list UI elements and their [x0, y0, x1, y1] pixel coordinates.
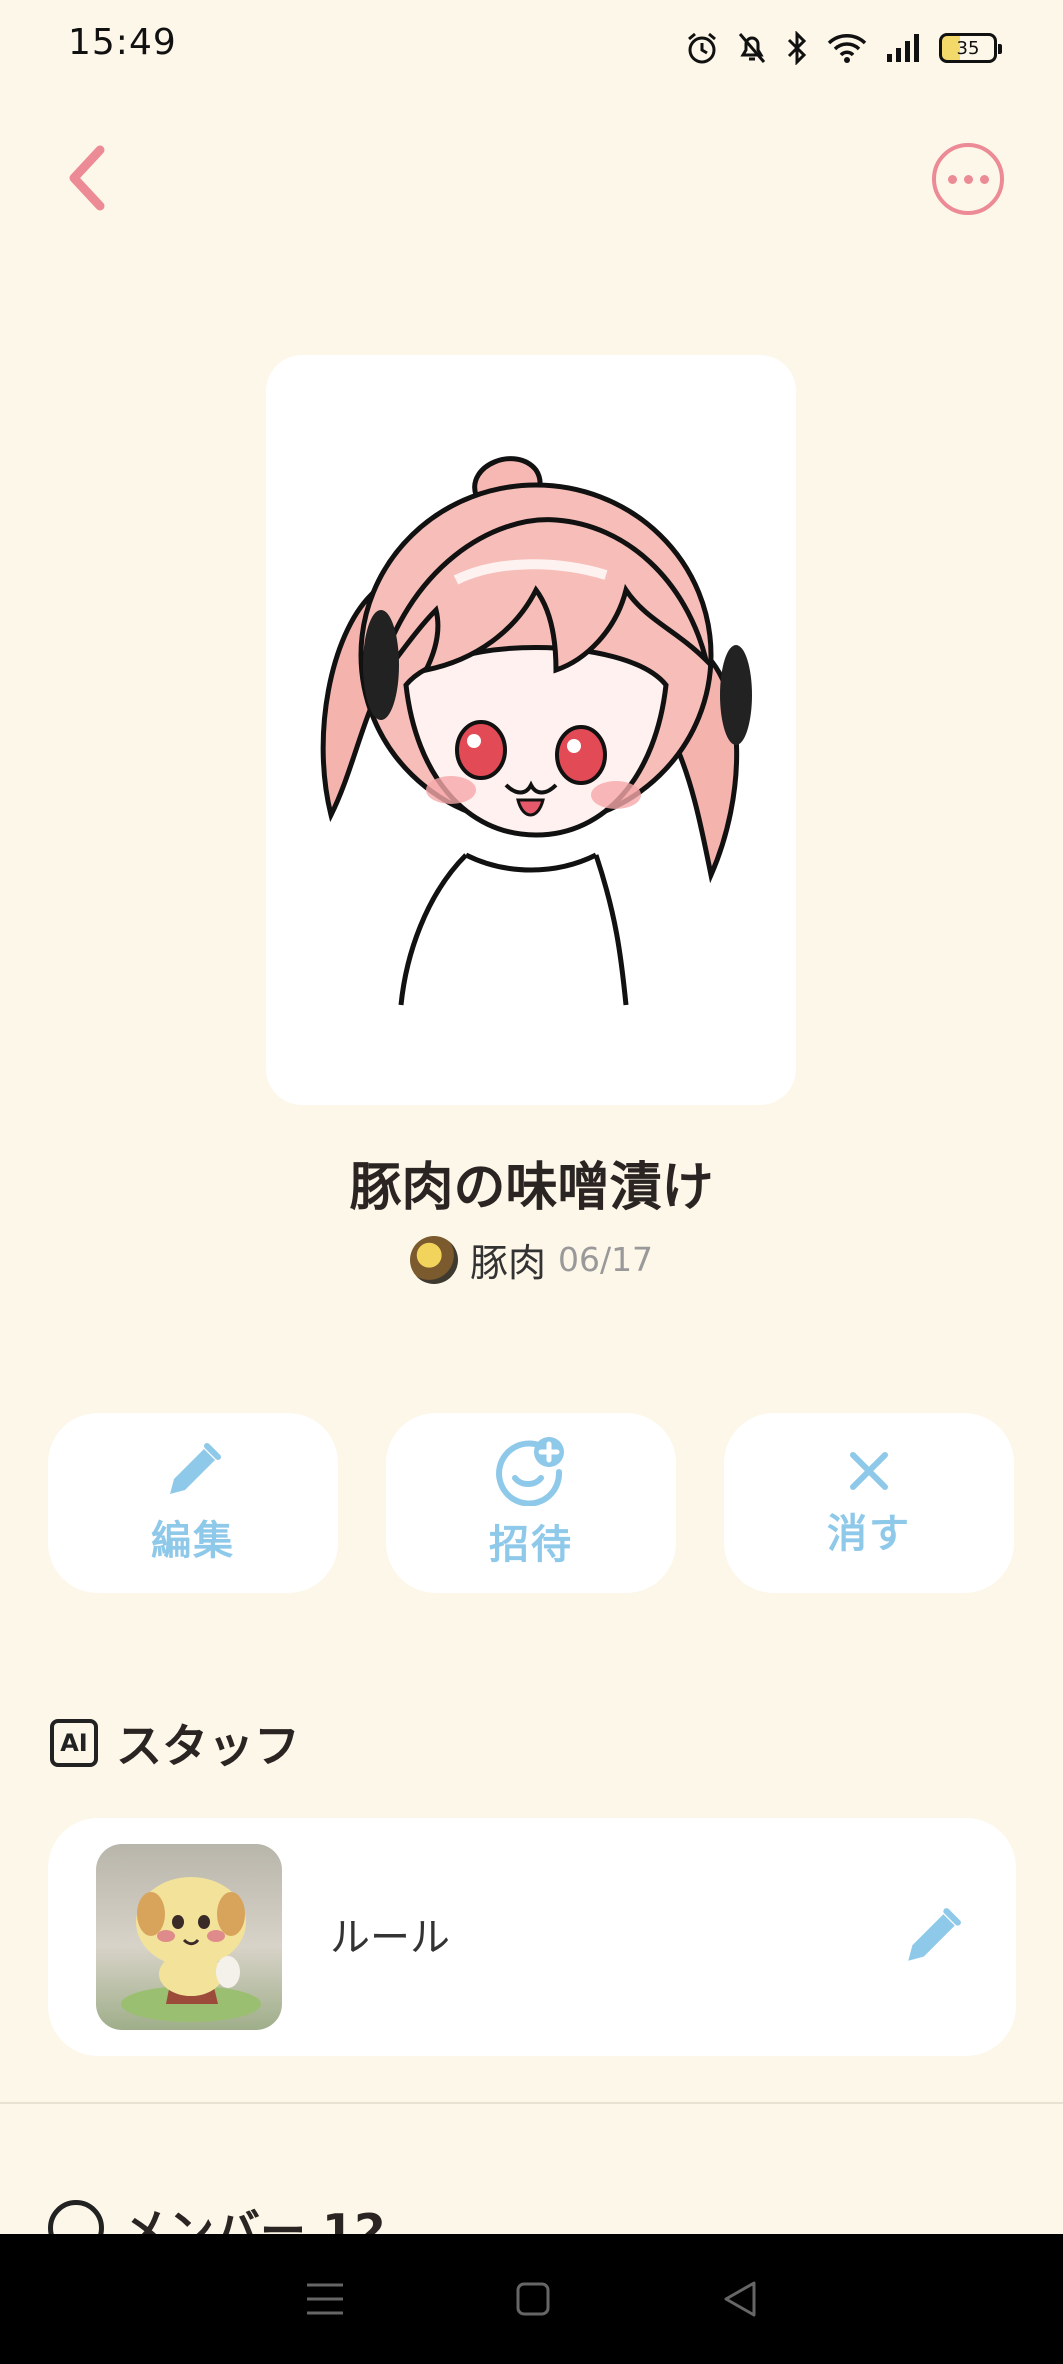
more-dot	[963, 174, 973, 184]
status-icons: 35	[685, 26, 1002, 70]
owner-avatar[interactable]	[409, 1235, 458, 1284]
owner-name[interactable]: 豚肉	[470, 1232, 546, 1287]
staff-name: ルール	[330, 1915, 450, 1961]
staff-section-title: スタッフ	[116, 1719, 300, 1773]
back-button[interactable]	[60, 140, 120, 216]
home-icon[interactable]	[515, 2281, 551, 2317]
delete-button[interactable]: 消す	[724, 1413, 1014, 1593]
more-dot	[947, 174, 957, 184]
chevron-left-icon	[69, 145, 105, 211]
invite-label: 招待	[489, 1522, 573, 1568]
invite-button[interactable]: 招待	[386, 1413, 676, 1593]
status-time: 15:49	[68, 22, 177, 63]
wifi-icon	[827, 34, 867, 63]
delete-label: 消す	[827, 1511, 911, 1557]
back-nav-icon[interactable]	[722, 2279, 758, 2319]
close-icon	[850, 1452, 888, 1490]
system-nav-bar	[0, 2234, 1063, 2364]
menu-icon[interactable]	[305, 2281, 345, 2317]
owner-meta: 豚肉 06/17	[0, 1232, 1063, 1287]
pencil-icon	[170, 1443, 221, 1494]
edit-label: 編集	[151, 1518, 235, 1564]
staff-photo	[96, 1844, 282, 2030]
character-illustration	[320, 456, 752, 1006]
signal-icon	[887, 34, 919, 62]
pencil-icon	[908, 1908, 961, 1961]
smile-plus-icon	[496, 1437, 564, 1506]
battery-icon: 35	[939, 33, 1002, 63]
section-divider	[0, 2102, 1063, 2104]
staff-edit-button[interactable]	[900, 1905, 964, 1969]
alarm-icon	[688, 32, 716, 64]
more-dot	[979, 174, 989, 184]
staff-section-header: AI スタッフ	[50, 1710, 300, 1776]
bluetooth-icon	[787, 31, 807, 65]
ai-icon: AI	[50, 1719, 98, 1767]
avatar-card[interactable]	[266, 355, 796, 1105]
page-title: 豚肉の味噌漬け	[349, 1158, 714, 1218]
more-button[interactable]	[932, 143, 1004, 215]
bell-off-icon	[738, 33, 766, 63]
edit-button[interactable]: 編集	[48, 1413, 338, 1593]
created-date: 06/17	[557, 1240, 654, 1279]
figure-photo	[121, 1877, 261, 2022]
